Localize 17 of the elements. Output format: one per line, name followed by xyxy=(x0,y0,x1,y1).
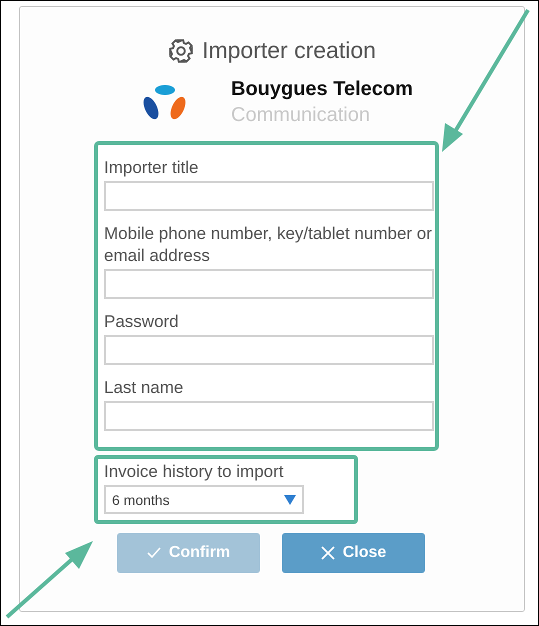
provider-name: Bouygues Telecom xyxy=(231,78,413,101)
field-label: Importer title xyxy=(104,157,200,179)
input-field[interactable] xyxy=(104,269,434,299)
caret-icon xyxy=(284,494,296,504)
input-field[interactable] xyxy=(104,181,434,211)
close-icon xyxy=(320,546,335,560)
input-field[interactable] xyxy=(104,335,434,365)
history-dropdown[interactable]: 6 months xyxy=(104,485,304,514)
field-label: Last name xyxy=(104,377,184,399)
field-label: Password xyxy=(104,311,180,333)
input-field[interactable] xyxy=(104,401,434,431)
field-label: Invoice history to import xyxy=(104,461,285,483)
field-label: Mobile phone number, key/tablet number or email address xyxy=(104,223,433,267)
close-button[interactable]: Close xyxy=(282,533,425,573)
check-icon xyxy=(146,546,161,560)
gear-icon xyxy=(168,38,194,64)
dialog-title: Importer creation xyxy=(202,37,376,64)
